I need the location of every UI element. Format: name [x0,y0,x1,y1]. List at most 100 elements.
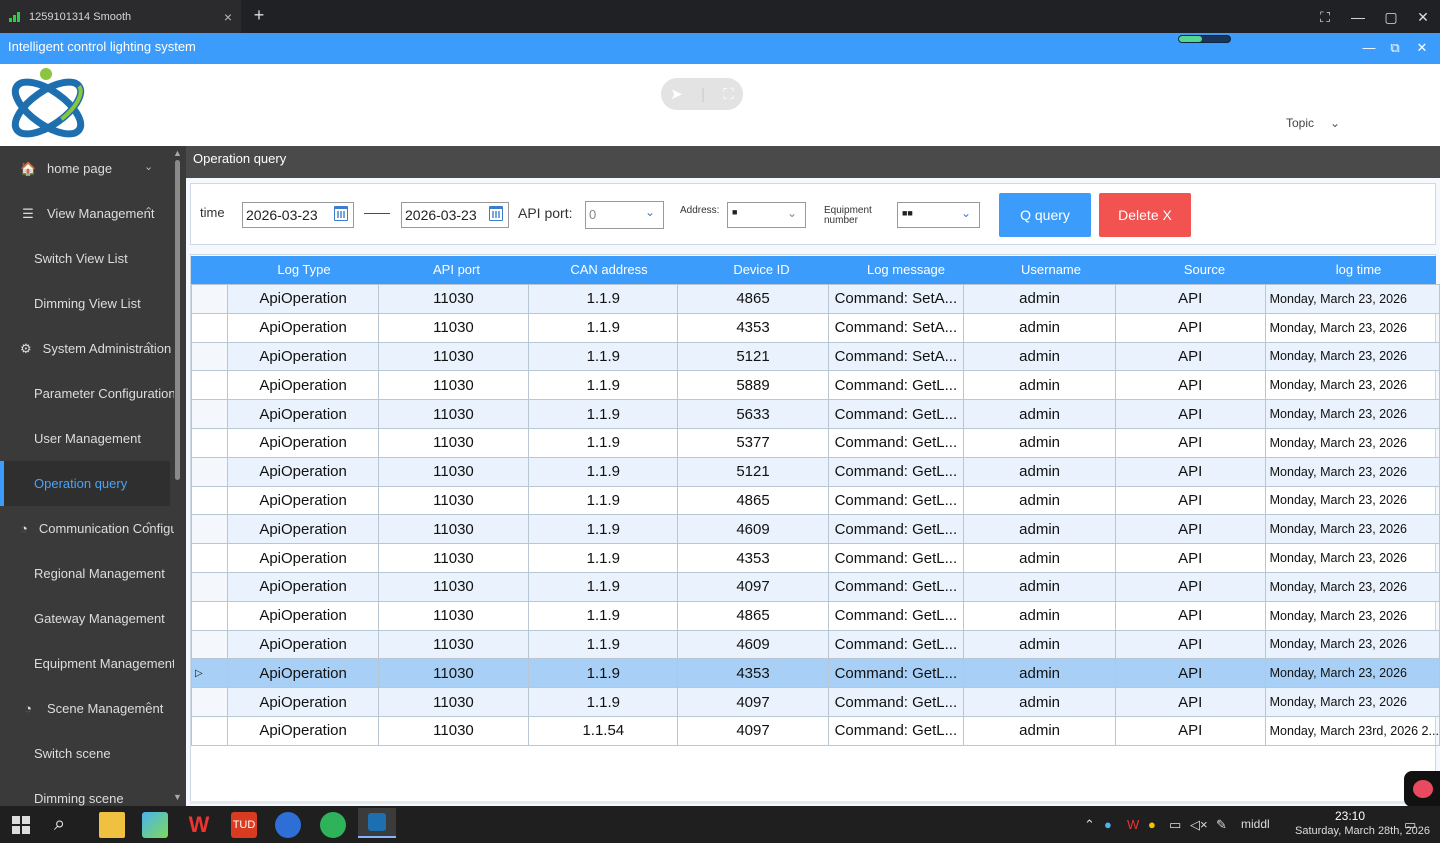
delete-button[interactable]: Delete X [1099,193,1191,237]
sidebar-item-parameter-configuration[interactable]: Parameter Configuration [0,371,176,416]
equipment-select[interactable]: ■■ ⌄ [897,202,980,228]
table-row[interactable]: ApiOperation 11030 1.1.9 4865 Command: GetL.… [190,600,1440,631]
row-header[interactable] [190,341,229,372]
table-row[interactable]: ApiOperation 11030 1.1.9 4609 Command: GetL.… [190,514,1440,545]
topic-selector[interactable]: Topic [1286,116,1314,130]
row-header[interactable] [190,571,229,602]
close-tab-icon[interactable]: × [219,9,237,25]
table-row[interactable]: ApiOperation 11030 1.1.9 4353 Command: GetL.… [190,543,1440,573]
remote-control-pill[interactable]: ➤ | ⛶ [661,78,743,110]
store-icon[interactable] [142,812,168,838]
file-explorer-icon[interactable] [99,812,125,838]
sidebar-item-switch-view-list[interactable]: Switch View List [0,236,170,281]
calendar-icon[interactable] [489,206,503,221]
column-header[interactable]: CAN address [533,256,685,284]
row-header[interactable] [190,370,229,401]
network-icon[interactable]: ▭ [1169,817,1181,833]
row-header[interactable] [190,629,229,660]
app-close-icon[interactable]: ✕ [1412,40,1432,58]
clock-time[interactable]: 23:10 [1320,809,1380,823]
tray-browser-icon[interactable]: ● [1104,817,1112,832]
scroll-up-icon[interactable]: ▲ [173,148,182,158]
date-from-input[interactable]: 2026-03-23 [242,202,354,228]
sidebar-item-switch-scene[interactable]: Switch scene [0,731,170,776]
table-row[interactable]: ApiOperation 11030 1.1.9 4609 Command: GetL.… [190,629,1440,660]
date-to-input[interactable]: 2026-03-23 [401,202,509,228]
minimize-icon[interactable]: — [1347,6,1369,28]
viewer-tab[interactable]: 1259101314 Smooth × [0,0,241,33]
column-header[interactable]: Source [1128,256,1281,284]
sidebar-item-view-management[interactable]: ☰ View Management ⌃ [0,191,170,236]
table-row[interactable]: ApiOperation 11030 1.1.9 4353 Command: SetA.… [190,312,1440,343]
row-header[interactable] [190,514,229,545]
table-row[interactable]: ApiOperation 11030 1.1.9 5377 Command: GetL.… [190,427,1440,458]
volume-icon[interactable]: ◁× [1190,817,1208,833]
tud-icon[interactable]: TUD [231,812,257,838]
tray-chevron-icon[interactable]: ⌃ [1084,817,1095,833]
sidebar-scroll-thumb[interactable] [175,160,180,480]
sidebar-item-user-management[interactable]: User Management [0,416,170,461]
sidebar-item-system-administration[interactable]: ⚙ System Administration ⌃ [0,326,171,371]
maximize-icon[interactable]: ▢ [1380,6,1402,28]
table-row[interactable]: ▷ ApiOperation 11030 1.1.9 4353 Command: GetL… [190,658,1440,689]
app-restore-icon[interactable]: ⧉ [1385,40,1405,58]
tray-wps-icon[interactable]: W [1127,817,1139,832]
row-header[interactable] [190,687,229,717]
table-row[interactable]: ApiOperation 11030 1.1.9 4865 Command: SetA.… [190,284,1440,314]
table-row[interactable]: ApiOperation 11030 1.1.9 5633 Command: GetL.… [190,399,1440,429]
row-header[interactable] [190,600,229,631]
fullscreen-icon[interactable]: ⛶ [1314,6,1336,28]
search-icon[interactable]: ⌕ [54,813,65,836]
column-header[interactable]: Username [974,256,1128,284]
row-header[interactable] [190,427,229,458]
table-row[interactable]: ApiOperation 11030 1.1.9 5121 Command: GetL.… [190,456,1440,487]
column-header[interactable]: log time [1281,256,1436,284]
table-row[interactable]: ApiOperation 11030 1.1.54 4097 Command: GetL… [190,715,1440,746]
scroll-down-icon[interactable]: ▼ [173,792,182,802]
wps-icon[interactable]: W [186,812,212,838]
row-header[interactable] [190,284,229,314]
table-row[interactable]: ApiOperation 11030 1.1.9 5121 Command: SetA.… [190,341,1440,372]
api-port-select[interactable]: 0 ⌄ [585,201,664,229]
pointer-icon[interactable]: ➤ [670,85,683,103]
chevron-down-icon[interactable]: ⌄ [1330,116,1340,130]
tray-app-icon[interactable]: ● [1148,817,1156,832]
sidebar-item-operation-query[interactable]: Operation query [0,461,170,506]
app-minimize-icon[interactable]: — [1359,40,1379,58]
pen-icon[interactable]: ✎ [1216,817,1227,833]
sidebar-item-gateway-management[interactable]: Gateway Management [0,596,170,641]
sidebar-item-dimming-view-list[interactable]: Dimming View List [0,281,170,326]
row-header[interactable] [190,715,229,746]
table-row[interactable]: ApiOperation 11030 1.1.9 4865 Command: GetL.… [190,485,1440,516]
address-select[interactable]: ■ ⌄ [727,202,806,228]
app-icon[interactable] [320,812,346,838]
notification-icon[interactable]: ▭ [1404,817,1416,833]
row-header[interactable] [190,485,229,516]
sidebar-item-regional-management[interactable]: Regional Management [0,551,170,596]
table-row[interactable]: ApiOperation 11030 1.1.9 4097 Command: GetL.… [190,687,1440,717]
column-header[interactable]: API port [380,256,533,284]
row-header[interactable] [190,456,229,487]
table-row[interactable]: ApiOperation 11030 1.1.9 5889 Command: GetL.… [190,370,1440,401]
sidebar-item-equipment-management[interactable]: Equipment Management [0,641,176,686]
row-header[interactable] [190,399,229,429]
close-icon[interactable]: ✕ [1412,6,1434,28]
browser-icon[interactable] [275,812,301,838]
windows-start-icon[interactable] [12,816,30,834]
row-header[interactable]: ▷ [190,658,229,689]
query-button[interactable]: Q query [999,193,1091,237]
floating-chat-button[interactable] [1404,771,1440,807]
expand-icon[interactable]: ⛶ [723,86,734,103]
new-tab-button[interactable]: + [250,5,268,27]
sidebar-item-dimming-scene[interactable]: Dimming scene [0,776,170,806]
column-header[interactable]: Log message [838,256,974,284]
row-header[interactable] [190,543,229,573]
active-app-taskbar-item[interactable] [358,808,396,838]
sidebar-item-communication-configuration[interactable]: ◔ Communication Configuration⌃ [0,506,186,551]
sidebar-item-home-page[interactable]: 🏠 home page ⌄ [0,146,170,191]
column-header[interactable]: Log Type [228,256,380,284]
column-header[interactable]: Device ID [685,256,838,284]
sidebar-item-scene-management[interactable]: ◔ Scene Management ⌃ [0,686,170,731]
row-header[interactable] [190,312,229,343]
table-row[interactable]: ApiOperation 11030 1.1.9 4097 Command: GetL.… [190,571,1440,602]
